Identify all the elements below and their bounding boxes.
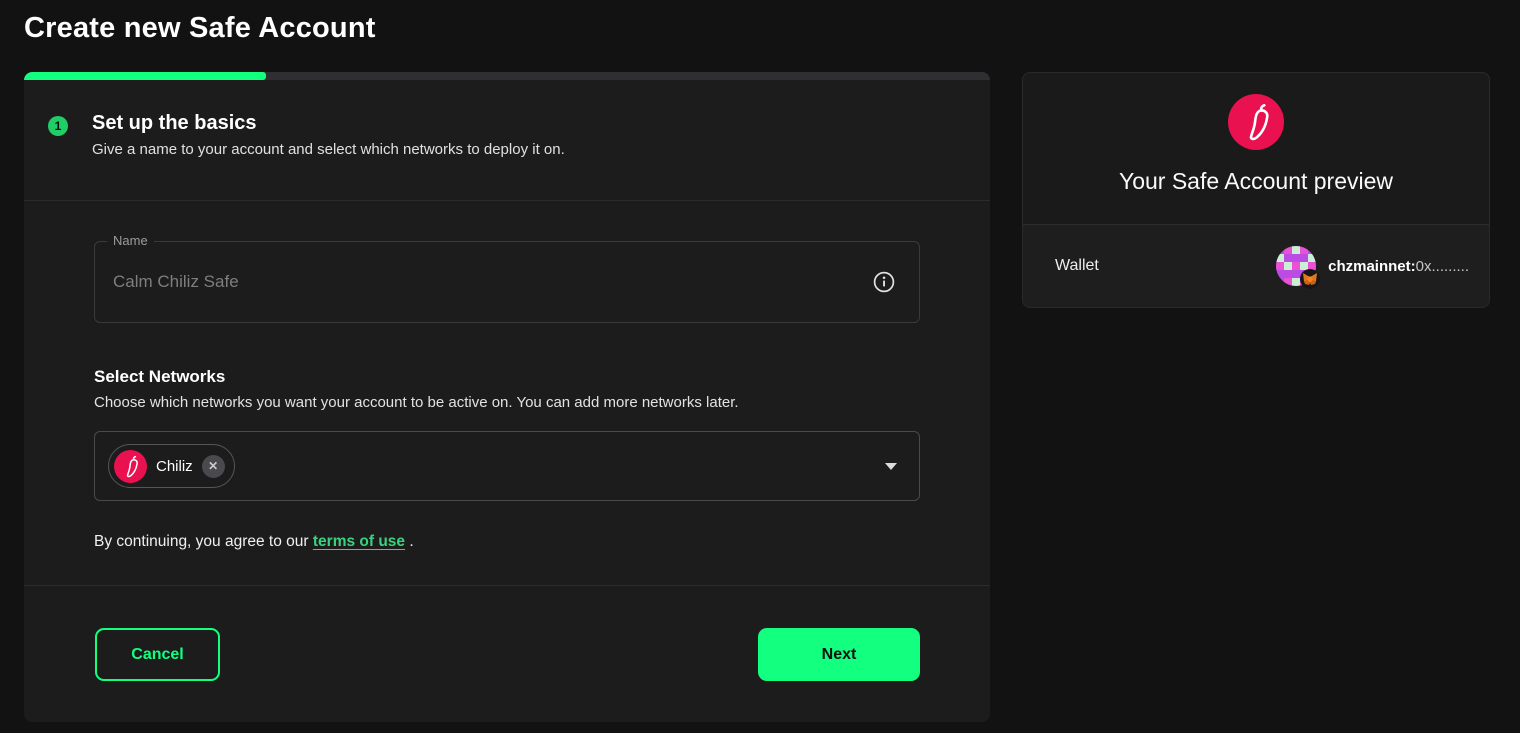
networks-select[interactable]: Chiliz ✕: [94, 431, 920, 501]
step-header: 1 Set up the basics Give a name to your …: [24, 80, 990, 200]
network-chip-label: Chiliz: [156, 458, 193, 475]
wallet-address-prefix: chzmainnet:: [1328, 258, 1416, 275]
progress-bar-fill: [24, 72, 266, 80]
remove-network-icon[interactable]: ✕: [202, 455, 225, 478]
name-input-wrapper: Name: [94, 241, 920, 323]
preview-top: Your Safe Account preview: [1023, 73, 1489, 224]
metamask-fox-icon: [1300, 269, 1320, 289]
step-description: Give a name to your account and select w…: [92, 141, 565, 158]
terms-line: By continuing, you agree to our terms of…: [94, 533, 920, 551]
terms-prefix: By continuing, you agree to our: [94, 533, 313, 550]
step-title: Set up the basics: [92, 112, 565, 135]
card-content: Name Select Networks Choose which networ…: [24, 201, 990, 551]
create-safe-card: 1 Set up the basics Give a name to your …: [24, 72, 990, 722]
select-networks-description: Choose which networks you want your acco…: [94, 394, 920, 411]
info-icon[interactable]: [873, 271, 895, 293]
step-number-badge: 1: [48, 116, 68, 136]
wallet-label: Wallet: [1055, 257, 1099, 275]
cancel-button[interactable]: Cancel: [95, 628, 220, 681]
wallet-address-dots: 0x.........: [1416, 258, 1469, 275]
progress-bar: [24, 72, 990, 80]
wallet-value: chzmainnet:0x.........: [1276, 246, 1469, 286]
safe-account-preview-card: Your Safe Account preview Wallet: [1022, 72, 1490, 308]
wallet-row: Wallet: [1023, 225, 1489, 307]
chiliz-logo-icon: [114, 450, 147, 483]
chiliz-network-icon: [1228, 94, 1284, 150]
terms-suffix: .: [405, 533, 414, 550]
page-title: Create new Safe Account: [24, 12, 376, 45]
preview-title: Your Safe Account preview: [1023, 168, 1489, 195]
next-button[interactable]: Next: [758, 628, 920, 681]
name-field-label: Name: [107, 233, 154, 248]
wallet-identicon: [1276, 246, 1316, 286]
chevron-down-icon: [885, 463, 897, 470]
card-footer: Cancel Next: [24, 586, 990, 681]
step-header-text: Set up the basics Give a name to your ac…: [92, 112, 565, 158]
terms-link[interactable]: terms of use: [313, 533, 405, 550]
wallet-address: chzmainnet:0x.........: [1328, 258, 1469, 275]
select-networks-title: Select Networks: [94, 367, 920, 387]
network-chip-chiliz[interactable]: Chiliz ✕: [108, 444, 235, 488]
name-input[interactable]: [95, 242, 919, 322]
